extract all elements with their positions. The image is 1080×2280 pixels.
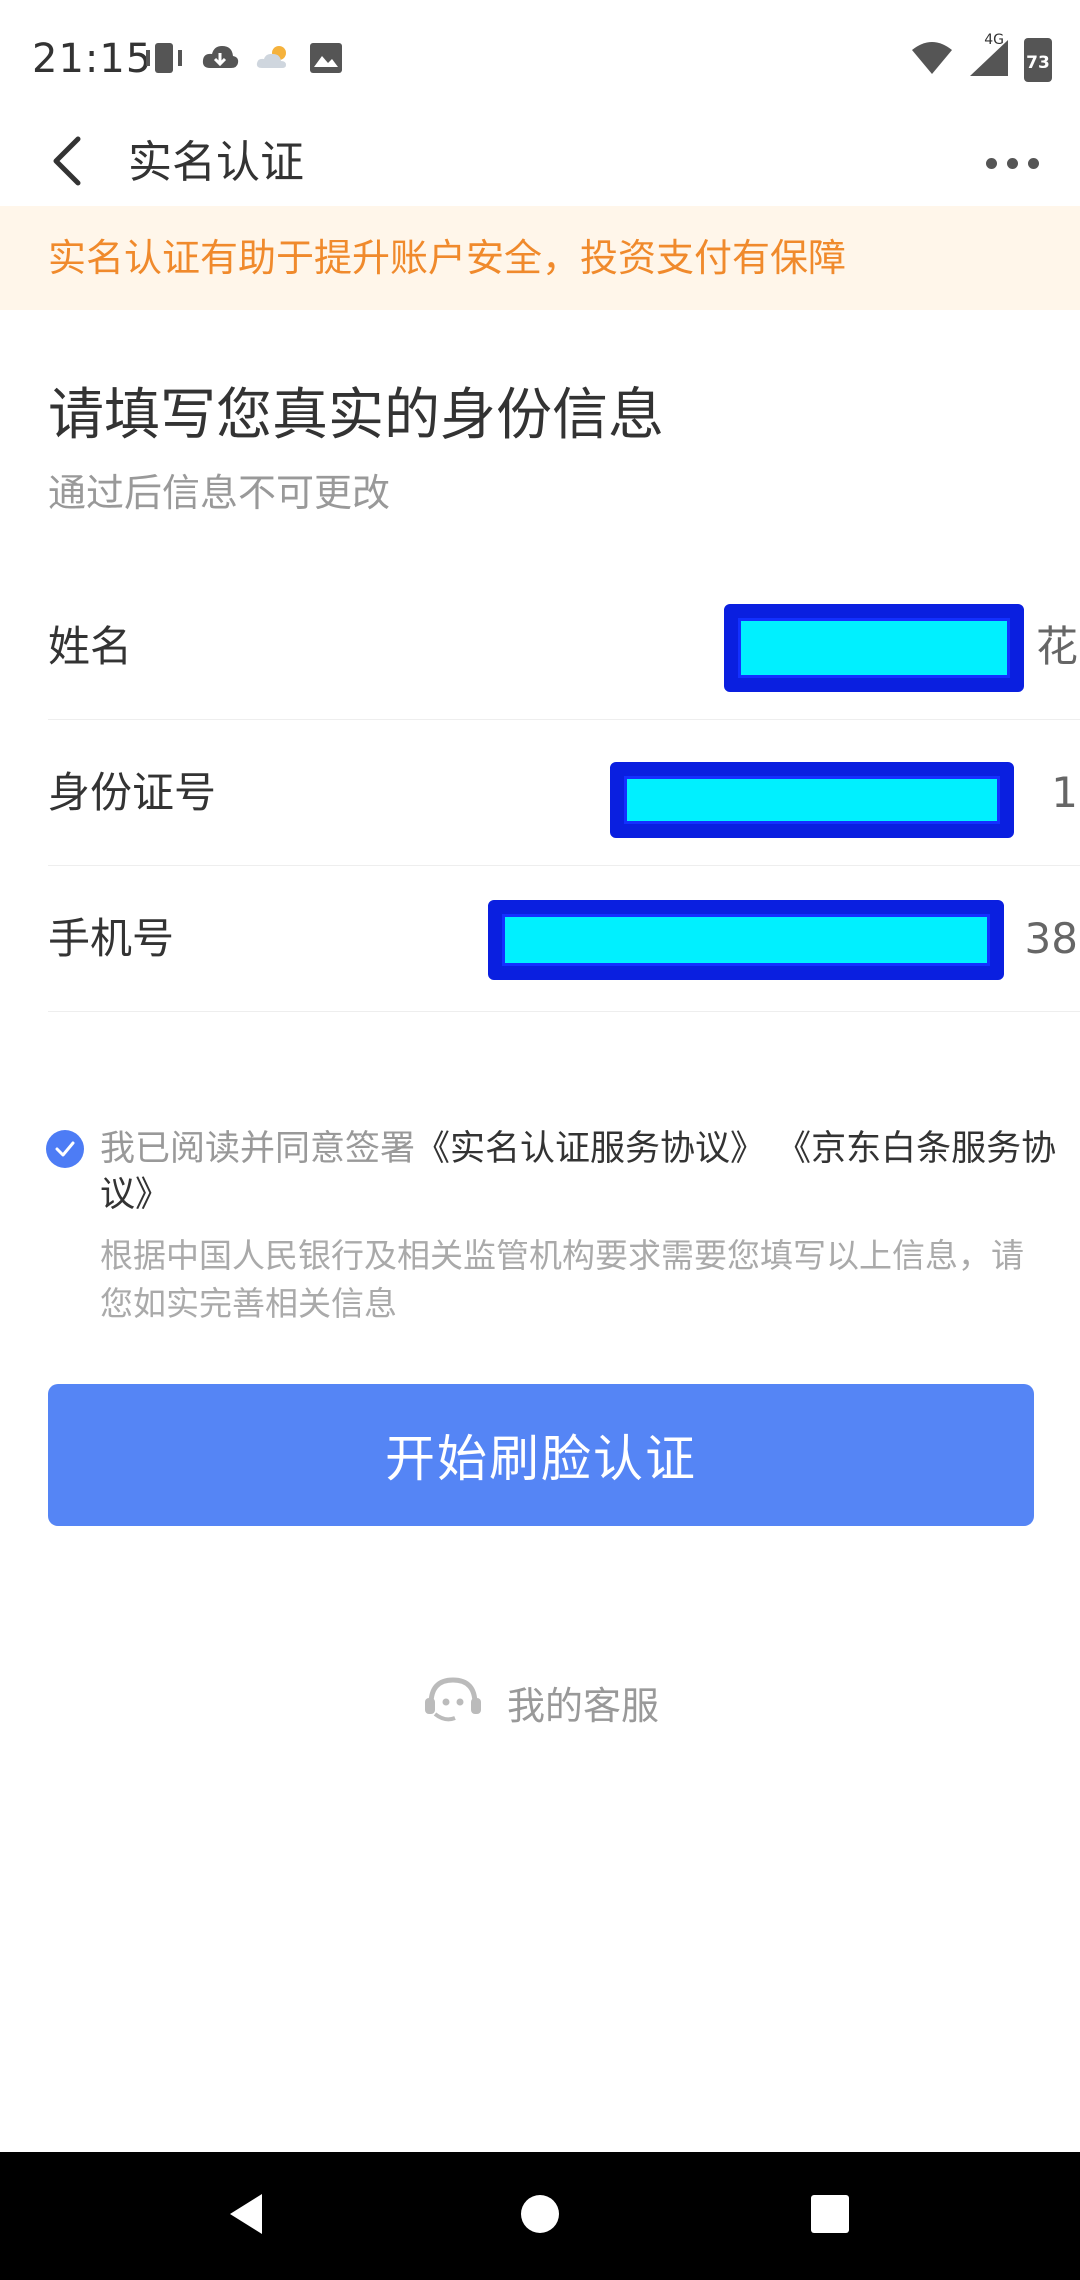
nav-recents-icon <box>810 2194 850 2238</box>
field-row-phone[interactable]: 手机号 38 <box>48 866 1080 1012</box>
chevron-left-icon <box>50 135 84 191</box>
network-label: 4G <box>984 32 1004 48</box>
customer-service-label: 我的客服 <box>506 1683 659 1728</box>
wifi-icon <box>910 40 954 80</box>
vibrate-icon <box>142 40 186 80</box>
more-button[interactable] <box>972 120 1052 206</box>
field-value-name: 花 <box>1035 622 1078 671</box>
redaction-mark <box>488 900 1004 980</box>
field-label-name: 姓名 <box>48 622 133 671</box>
cloud-download-icon <box>200 42 240 78</box>
system-nav-bar <box>0 2152 1080 2280</box>
agreement-link-realname[interactable]: 《实名认证服务协议》 <box>415 1129 765 1169</box>
start-face-verification-button[interactable]: 开始刷脸认证 <box>48 1384 1034 1526</box>
system-recents-button[interactable] <box>770 2152 890 2280</box>
nav-bar: 实名认证 <box>0 120 1080 206</box>
system-home-button[interactable] <box>480 2152 600 2280</box>
field-label-phone: 手机号 <box>48 914 175 963</box>
field-value-phone: 38 <box>1024 914 1078 963</box>
agreement-text: 我已阅读并同意签署《实名认证服务协议》 《京东白条服务协议》 <box>100 1126 1080 1218</box>
notice-text: 实名认证有助于提升账户安全，投资支付有保障 <box>48 236 847 280</box>
agreement-prefix: 我已阅读并同意签署 <box>100 1129 416 1169</box>
more-icon <box>985 157 997 169</box>
page-title: 实名认证 <box>128 137 304 188</box>
status-icons-left <box>142 40 344 80</box>
status-time: 21:15 <box>32 36 153 82</box>
customer-service-link[interactable]: 我的客服 <box>0 1670 1080 1734</box>
start-face-verification-label: 开始刷脸认证 <box>385 1430 697 1488</box>
field-row-name[interactable]: 姓名 花 <box>48 574 1080 720</box>
form-subtitle: 通过后信息不可更改 <box>48 471 391 515</box>
checkbox-checked-icon[interactable] <box>46 1130 84 1168</box>
nav-back-icon <box>226 2192 266 2240</box>
redaction-mark <box>724 604 1024 692</box>
system-back-button[interactable] <box>186 2152 306 2280</box>
signal-icon: 4G <box>968 32 1010 82</box>
field-value-id-number: 1 <box>1051 768 1078 817</box>
form-title: 请填写您真实的身份信息 <box>48 383 664 448</box>
redaction-mark <box>610 762 1014 838</box>
nav-home-icon <box>520 2194 560 2238</box>
weather-icon <box>254 42 294 78</box>
status-bar: 21:15 4G 73 <box>0 0 1080 120</box>
agreement-hint: 根据中国人民银行及相关监管机构要求需要您填写以上信息，请您如实完善相关信息 <box>100 1236 1024 1323</box>
more-icon-dot <box>1027 157 1039 169</box>
notice-banner: 实名认证有助于提升账户安全，投资支付有保障 <box>0 206 1080 310</box>
battery-level: 73 <box>1026 53 1050 73</box>
more-icon-dot <box>1006 157 1018 169</box>
field-row-id-number[interactable]: 身份证号 1 <box>48 720 1080 866</box>
image-icon <box>308 41 344 79</box>
status-icons-right: 4G 73 <box>910 32 1052 84</box>
field-label-id-number: 身份证号 <box>48 768 217 817</box>
battery-icon: 73 <box>1024 38 1052 82</box>
customer-service-icon <box>421 1674 485 1730</box>
back-button[interactable] <box>32 120 102 206</box>
